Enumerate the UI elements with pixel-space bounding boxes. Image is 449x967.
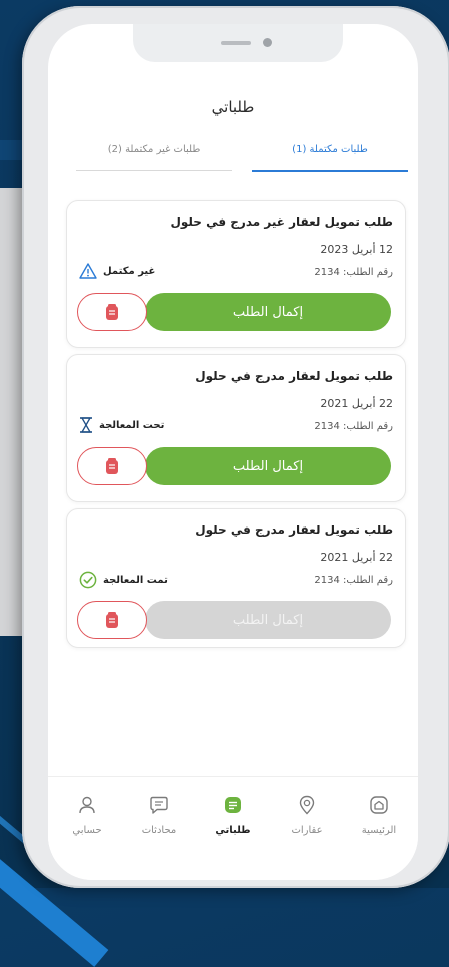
bottom-nav: الرئيسية عقارات طلباتي محادثات حسابي	[48, 776, 418, 880]
chat-icon	[149, 795, 169, 815]
background-tab	[0, 140, 24, 160]
location-pin-icon	[297, 795, 317, 815]
nav-item-properties[interactable]: عقارات	[272, 795, 342, 836]
nav-label: الرئيسية	[361, 825, 397, 836]
complete-request-button[interactable]: إكمال الطلب	[145, 601, 391, 639]
nav-item-home[interactable]: الرئيسية	[344, 795, 414, 836]
nav-label: حسابي	[72, 825, 102, 836]
status-label: تمت المعالجة	[103, 574, 168, 586]
app-screen: طلباتي طلبات مكتملة (1) طلبات غير مكتملة…	[48, 24, 418, 880]
request-date: 12 أبريل 2023	[320, 243, 393, 256]
delete-request-button[interactable]	[77, 447, 147, 485]
tab-completed[interactable]: طلبات مكتملة (1)	[252, 144, 408, 172]
phone-frame: طلباتي طلبات مكتملة (1) طلبات غير مكتملة…	[22, 6, 449, 888]
delete-request-button[interactable]	[77, 601, 147, 639]
tab-incomplete[interactable]: طلبات غير مكتملة (2)	[76, 144, 232, 171]
request-title: طلب تمويل لعقار مدرج في حلول	[195, 523, 393, 537]
status-label: غير مكتمل	[103, 265, 156, 277]
check-circle-icon	[79, 571, 97, 589]
phone-notch	[133, 24, 343, 62]
request-number: رقم الطلب: 2134	[314, 575, 393, 586]
trash-icon	[104, 611, 120, 629]
camera-icon	[263, 38, 272, 47]
status-badge: تمت المعالجة	[79, 571, 168, 589]
complete-request-button[interactable]: إكمال الطلب	[145, 293, 391, 331]
nav-item-chats[interactable]: محادثات	[124, 795, 194, 836]
complete-request-button[interactable]: إكمال الطلب	[145, 447, 391, 485]
home-icon	[369, 795, 389, 815]
nav-label: محادثات	[141, 825, 177, 836]
trash-icon	[104, 457, 120, 475]
request-card: طلب تمويل لعقار غير مدرج في حلول 12 أبري…	[66, 200, 406, 348]
request-number: رقم الطلب: 2134	[314, 267, 393, 278]
status-label: تحت المعالجة	[99, 419, 165, 431]
nav-label: عقارات	[291, 825, 323, 836]
request-title: طلب تمويل لعقار غير مدرج في حلول	[170, 215, 393, 229]
request-date: 22 أبريل 2021	[320, 551, 393, 564]
request-date: 22 أبريل 2021	[320, 397, 393, 410]
trash-icon	[104, 303, 120, 321]
page-title: طلباتي	[211, 98, 255, 116]
warning-icon	[79, 263, 97, 279]
tabs: طلبات مكتملة (1) طلبات غير مكتملة (2)	[76, 144, 408, 172]
hourglass-icon	[79, 417, 93, 433]
status-badge: تحت المعالجة	[79, 417, 164, 433]
user-icon	[77, 795, 97, 815]
delete-request-button[interactable]	[77, 293, 147, 331]
nav-item-orders[interactable]: طلباتي	[198, 795, 268, 836]
request-title: طلب تمويل لعقار مدرج في حلول	[195, 369, 393, 383]
speaker-grille	[221, 41, 251, 45]
request-number: رقم الطلب: 2134	[314, 421, 393, 432]
orders-icon	[223, 795, 243, 815]
request-card: طلب تمويل لعقار مدرج في حلول 22 أبريل 20…	[66, 508, 406, 648]
status-badge: غير مكتمل	[79, 263, 155, 279]
request-card: طلب تمويل لعقار مدرج في حلول 22 أبريل 20…	[66, 354, 406, 502]
nav-label: طلباتي	[215, 825, 251, 836]
nav-item-account[interactable]: حسابي	[52, 795, 122, 836]
